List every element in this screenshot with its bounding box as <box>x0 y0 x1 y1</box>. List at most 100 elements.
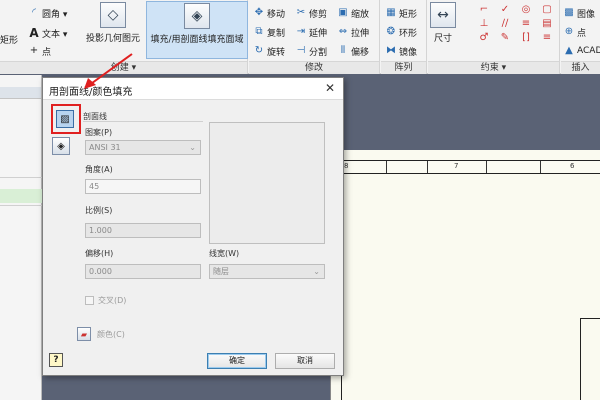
sheet-border-ruler: 8 7 6 <box>330 160 600 174</box>
highlight-box <box>51 104 81 134</box>
scale-label: 比例(S) <box>85 206 113 215</box>
hatch-preview <box>209 122 325 244</box>
rect-label: 矩形 <box>0 35 19 46</box>
browser-selected-row[interactable] <box>0 189 42 203</box>
extend-button[interactable]: ⇥ 延伸 <box>295 23 327 41</box>
concentric-icon[interactable]: ◎ <box>520 4 532 16</box>
arrow-head <box>84 78 96 89</box>
insert-image-label: 图像 <box>577 9 596 20</box>
color-fill-mode-button[interactable]: ◈ <box>52 137 70 155</box>
ribbon-group-array: ▦ 矩形 ❂ 环形 ⧓ 镜像 阵列 <box>381 0 427 74</box>
array-circ-button[interactable]: ❂ 环形 <box>385 23 417 41</box>
group-label-modify: 修改 <box>249 61 379 74</box>
help-icon[interactable]: ? <box>49 353 63 367</box>
circular-array-icon: ❂ <box>386 26 396 37</box>
sheet-inner-frame <box>341 174 600 400</box>
close-icon[interactable]: ✕ <box>325 81 335 95</box>
rotate-button[interactable]: ↻ 旋转 <box>253 42 285 60</box>
project-geometry-label: 投影几何图元 <box>86 34 141 44</box>
project-geometry-button[interactable]: ◇ 投影几何图元 <box>86 2 140 44</box>
split-button[interactable]: ⊣ 分割 <box>295 42 327 60</box>
rect-array-icon: ▦ <box>386 7 396 18</box>
coincident-icon[interactable]: ⌐ <box>478 4 490 16</box>
collinear-icon[interactable]: ⊥ <box>478 18 490 30</box>
model-browser <box>0 75 42 400</box>
text-button[interactable]: A 文本 ▾ <box>28 24 67 42</box>
color-label: 颜色(C) <box>97 330 125 339</box>
scale-input[interactable]: 1.000 <box>85 223 201 238</box>
cancel-button[interactable]: 取消 <box>275 353 335 369</box>
dimension-button[interactable]: ↔ 尺寸 <box>430 2 456 44</box>
move-label: 移动 <box>267 9 286 20</box>
symmetric-icon[interactable]: ✎ <box>499 32 511 44</box>
browser-divider <box>0 177 42 178</box>
text-label: 文本 ▾ <box>42 29 68 40</box>
fill-region-button[interactable]: ◈ 填充/用剖面线填充面域 <box>146 1 248 59</box>
angle-label: 角度(A) <box>85 165 113 174</box>
tangent-icon[interactable]: ✓ <box>499 4 511 16</box>
mirror-label: 镜像 <box>399 47 418 58</box>
linewidth-value: 随层 <box>213 267 229 276</box>
ruler-tick <box>427 161 428 173</box>
trim-icon: ✂ <box>296 7 306 18</box>
offset-button[interactable]: ⫴ 偏移 <box>337 42 369 60</box>
group-label-insert: 插入 <box>561 61 600 74</box>
hatch-fill-dialog: 用剖面线/颜色填充 ✕ ▨ ◈ 剖面线 图案(P) ANSI 31 ⌄ 角度(A… <box>42 77 344 376</box>
constraint-icon-grid: ⌐ ✓ ◎ ▢ ⊥ ∕∕ ≡ ▤ ♂ ✎ [] ≡ <box>478 4 560 44</box>
pattern-select[interactable]: ANSI 31 ⌄ <box>85 140 201 155</box>
paint-bucket-icon: ◈ <box>57 140 65 152</box>
cross-checkbox[interactable] <box>85 296 94 305</box>
point-button[interactable]: + 点 <box>28 42 51 60</box>
fillet-icon: ◜ <box>32 7 36 18</box>
move-button[interactable]: ✥ 移动 <box>253 4 285 22</box>
equal-icon[interactable]: ▤ <box>541 18 553 30</box>
insert-acad-button[interactable]: ▲ ACAD <box>563 42 600 60</box>
point-icon: ⊕ <box>564 26 574 37</box>
array-rect-label: 矩形 <box>399 9 418 20</box>
parallel-icon[interactable]: ∕∕ <box>499 18 511 30</box>
stretch-button[interactable]: ⇔ 拉伸 <box>337 23 369 41</box>
scale-button[interactable]: ▣ 缩放 <box>337 4 369 22</box>
trim-button[interactable]: ✂ 修剪 <box>295 4 327 22</box>
color-button[interactable]: ▰ <box>77 327 91 341</box>
ruler-tick <box>486 161 487 173</box>
trim-label: 修剪 <box>309 9 328 20</box>
smooth-icon[interactable]: ♂ <box>478 32 490 44</box>
ribbon-group-modify: ✥ 移动 ✂ 修剪 ▣ 缩放 ⧉ 复制 ⇥ 延伸 ⇔ 拉伸 ↻ 旋转 ⊣ 分割 ⫴ 偏移 修改 <box>249 0 380 74</box>
group-label-constrain: 约束 ▾ <box>428 61 559 74</box>
ruler-mark: 8 <box>344 162 349 170</box>
point-label: 点 <box>42 47 52 58</box>
ruler-tick <box>540 161 541 173</box>
array-circ-label: 环形 <box>399 28 418 39</box>
insert-point-button[interactable]: ⊕ 点 <box>563 23 586 41</box>
angle-input[interactable]: 45 <box>85 179 201 194</box>
offset-label: 偏移(H) <box>85 249 114 258</box>
arrow-annotation <box>84 53 133 89</box>
vertical-icon[interactable]: ≡ <box>541 32 553 44</box>
perpendicular-icon[interactable]: [] <box>520 32 532 44</box>
offset-input[interactable]: 0.000 <box>85 264 201 279</box>
ruler-mark: 7 <box>454 162 459 170</box>
dimension-label: 尺寸 <box>433 34 452 44</box>
array-rect-button[interactable]: ▦ 矩形 <box>385 4 417 22</box>
horizontal-icon[interactable]: ≡ <box>520 18 532 30</box>
fillet-button[interactable]: ◜ 圆角 ▾ <box>28 4 67 22</box>
insert-image-button[interactable]: ▩ 图像 <box>563 4 595 22</box>
title-block <box>580 318 600 400</box>
linewidth-select[interactable]: 随层 ⌄ <box>209 264 325 279</box>
offset-label: 偏移 <box>351 47 370 58</box>
linewidth-label: 线宽(W) <box>209 249 240 258</box>
ruler-mark: 6 <box>570 162 575 170</box>
extend-icon: ⇥ <box>296 26 306 37</box>
project-geometry-icon: ◇ <box>100 2 126 28</box>
fix-icon[interactable]: ▢ <box>541 4 553 16</box>
mirror-button[interactable]: ⧓ 镜像 <box>385 42 417 60</box>
stretch-label: 拉伸 <box>351 28 370 39</box>
copy-button[interactable]: ⧉ 复制 <box>253 23 285 41</box>
split-label: 分割 <box>309 47 328 58</box>
ok-button[interactable]: 确定 <box>207 353 267 369</box>
rect-button[interactable]: 矩形 <box>0 30 18 48</box>
pattern-value: ANSI 31 <box>89 143 121 152</box>
browser-header <box>0 87 41 99</box>
chevron-down-icon: ⌄ <box>189 143 196 152</box>
